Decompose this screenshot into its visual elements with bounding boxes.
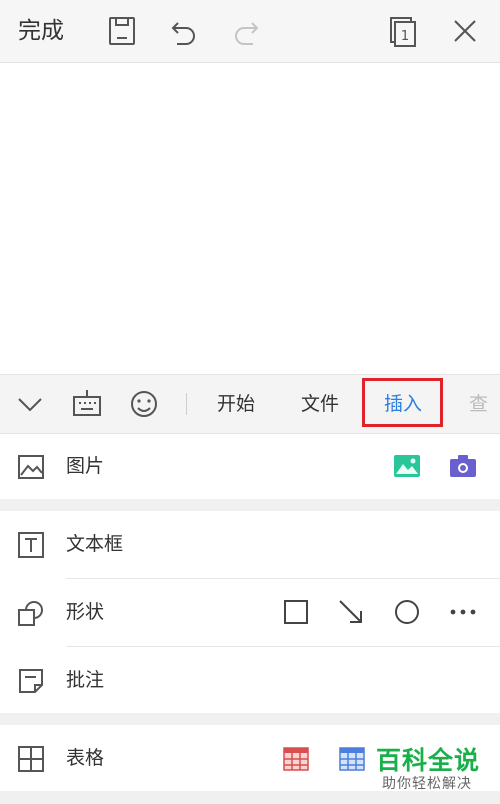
undo-icon[interactable]: [168, 14, 200, 48]
insert-item-label: 批注: [66, 669, 105, 691]
table-icon: [17, 745, 45, 773]
blue-table-icon[interactable]: [338, 745, 366, 773]
tool-strip: 开始 文件 插入 查: [0, 374, 500, 434]
tab-file[interactable]: 文件: [301, 387, 339, 421]
insert-item-label: 形状: [66, 601, 105, 623]
gallery-icon[interactable]: [392, 451, 422, 481]
more-icon[interactable]: [448, 597, 478, 627]
insert-item-textbox[interactable]: 文本框: [0, 511, 500, 577]
redo-icon[interactable]: [230, 14, 262, 48]
top-toolbar: 完成 1: [0, 0, 500, 63]
red-table-icon[interactable]: [282, 745, 310, 773]
collapse-chevron-icon[interactable]: [14, 387, 46, 421]
insert-item-shapes[interactable]: 形状: [0, 579, 500, 645]
save-icon[interactable]: [106, 14, 138, 48]
shapes-icon: [17, 599, 45, 627]
insert-item-label: 表格: [66, 747, 105, 769]
image-icon: [17, 453, 45, 481]
section-separator: [0, 713, 500, 725]
insert-item-label: 图片: [66, 455, 105, 477]
keyboard-icon[interactable]: [71, 387, 103, 421]
tab-review-partial[interactable]: 查: [469, 387, 488, 421]
toolstrip-divider: [186, 393, 187, 415]
insert-item-image[interactable]: 图片: [0, 433, 500, 499]
watermark-subtitle: 助你轻松解决: [382, 776, 472, 792]
camera-icon[interactable]: [448, 451, 478, 481]
rectangle-shape-icon[interactable]: [281, 597, 311, 627]
circle-shape-icon[interactable]: [392, 597, 422, 627]
page-count: 1: [401, 29, 409, 44]
emoji-icon[interactable]: [128, 387, 160, 421]
tab-insert[interactable]: 插入: [384, 387, 422, 421]
insert-item-comment[interactable]: 批注: [0, 647, 500, 713]
arrow-shape-icon[interactable]: [336, 597, 366, 627]
document-canvas[interactable]: [0, 63, 500, 374]
insert-item-label: 文本框: [66, 533, 124, 555]
watermark-title: 百科全说: [376, 746, 481, 775]
tab-start[interactable]: 开始: [217, 387, 255, 421]
close-icon[interactable]: [449, 14, 481, 48]
done-button[interactable]: 完成: [18, 14, 64, 48]
section-separator: [0, 499, 500, 511]
page-count-icon[interactable]: 1: [387, 14, 419, 48]
textbox-icon: [17, 531, 45, 559]
comment-icon: [17, 667, 45, 695]
